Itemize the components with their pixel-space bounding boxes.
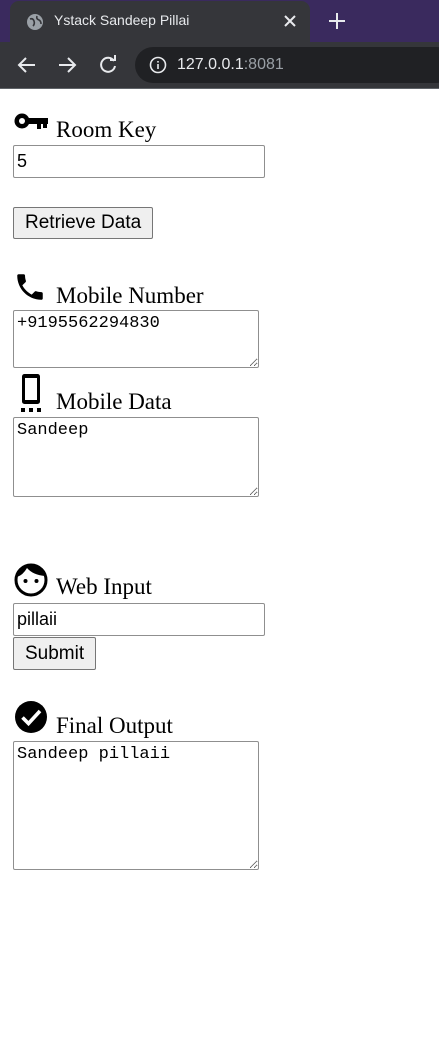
room-key-input[interactable] [13, 145, 265, 178]
forward-icon[interactable] [56, 54, 78, 76]
room-key-text: Room Key [56, 117, 157, 142]
browser-toolbar: 127.0.0.1:8081 [0, 42, 439, 88]
final-output-label: Final Output [13, 699, 233, 739]
mobile-number-textarea[interactable]: +9195562294830 [13, 310, 259, 368]
reload-icon[interactable] [97, 54, 119, 76]
tab-strip: Ystack Sandeep Pillai [0, 0, 439, 42]
back-icon[interactable] [16, 54, 38, 76]
room-key-label: Room Key [13, 108, 213, 142]
info-icon[interactable] [149, 56, 167, 74]
retrieve-data-button[interactable]: Retrieve Data [13, 207, 154, 239]
globe-icon [27, 14, 43, 30]
mobile-data-textarea[interactable]: Sandeep [13, 417, 259, 497]
url-host: 127.0.0.1 [177, 56, 244, 73]
mobile-number-label: Mobile Number [13, 268, 253, 308]
toolbar-divider [0, 88, 439, 89]
phone-icon [17, 274, 43, 300]
browser-tab[interactable]: Ystack Sandeep Pillai [10, 1, 310, 42]
address-bar[interactable]: 127.0.0.1:8081 [135, 47, 439, 83]
web-input-label: Web Input [13, 561, 213, 601]
web-input-field[interactable] [13, 603, 265, 636]
check-circle-icon [15, 701, 47, 733]
final-output-textarea[interactable]: Sandeep pillaii [13, 741, 259, 870]
mobile-data-text: Mobile Data [56, 389, 172, 414]
mobile-device-icon [21, 374, 41, 412]
new-tab-icon[interactable] [326, 10, 348, 32]
close-tab-icon[interactable] [281, 12, 299, 30]
mobile-number-text: Mobile Number [56, 283, 204, 308]
final-output-text: Final Output [56, 713, 173, 738]
url-port: :8081 [243, 56, 284, 73]
key-icon [14, 113, 48, 129]
face-icon [14, 563, 48, 597]
url-text: 127.0.0.1:8081 [177, 56, 284, 74]
mobile-data-label: Mobile Data [13, 372, 233, 414]
web-input-text: Web Input [56, 574, 152, 599]
submit-button[interactable]: Submit [13, 637, 97, 670]
tab-title: Ystack Sandeep Pillai [54, 12, 190, 28]
